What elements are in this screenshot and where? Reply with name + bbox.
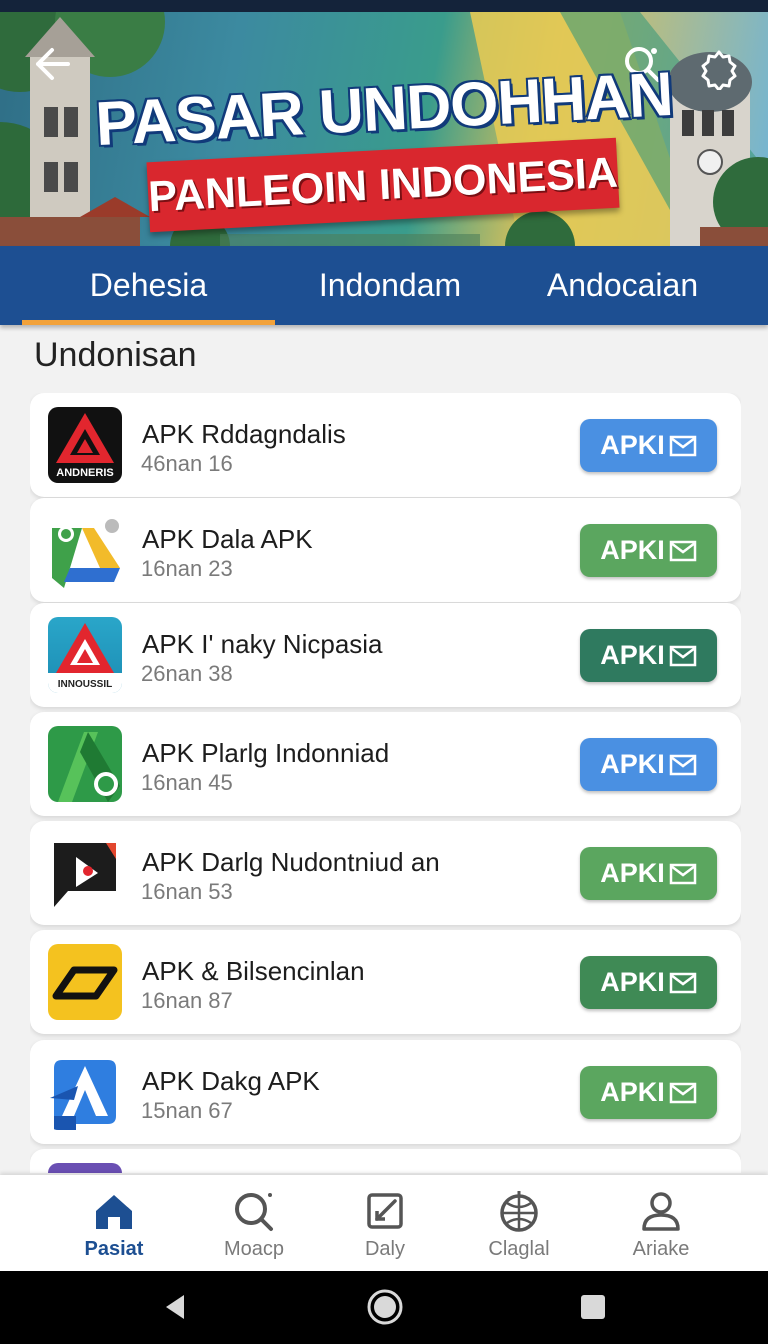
mail-icon bbox=[669, 972, 696, 993]
apk-download-button[interactable]: APKI bbox=[580, 956, 717, 1009]
app-list[interactable]: ANDNERIS APK Rddagndalis 46nan 16 APKI A… bbox=[30, 393, 741, 1173]
system-back-button[interactable] bbox=[154, 1285, 198, 1329]
app-meta: 16nan 45 bbox=[141, 770, 233, 795]
back-arrow-icon bbox=[36, 48, 70, 80]
tab-dehesia[interactable]: Dehesia bbox=[22, 246, 275, 325]
search-icon bbox=[235, 1193, 273, 1231]
system-home-button[interactable] bbox=[363, 1285, 407, 1329]
hero-header: PASAR UNDOHHAN PANLEOIN INDONESIA bbox=[0, 12, 768, 246]
svg-text:INNOUSSIL: INNOUSSIL bbox=[58, 679, 112, 690]
nav-label: Daly bbox=[364, 1238, 405, 1260]
warning-triangle-icon: ANDNERIS bbox=[56, 413, 114, 479]
app-name: APK Plarlg Indonniad bbox=[142, 738, 390, 768]
list-item[interactable]: APK Darlg Nudontniud an 16nan 53 APKI bbox=[30, 821, 741, 925]
chat-bubble-icon bbox=[54, 843, 116, 907]
bottom-navigation: Pasiat Moacp Daly Claglal Ariake bbox=[0, 1175, 768, 1271]
button-label: APKI bbox=[600, 749, 665, 779]
app-name: APK Rddagndalis bbox=[142, 419, 346, 449]
apk-download-button[interactable]: APKI bbox=[580, 847, 717, 900]
app-icon: INNOUSSIL bbox=[48, 617, 122, 693]
apk-download-button[interactable]: APKI bbox=[580, 1066, 717, 1119]
list-item[interactable]: INNOUSSIL APK I' naky Nicpasia 26nan 38 … bbox=[30, 603, 741, 707]
mail-icon bbox=[669, 1082, 696, 1103]
apk-download-button[interactable]: APKI bbox=[580, 629, 717, 682]
nav-label: Moacp bbox=[223, 1238, 285, 1260]
square-recents-icon bbox=[581, 1295, 605, 1319]
nav-label: Ariake bbox=[632, 1238, 690, 1260]
system-recents-button[interactable] bbox=[571, 1285, 615, 1329]
apk-download-button[interactable]: APKI bbox=[580, 738, 717, 791]
list-item[interactable]: ANDNERIS APK Rddagndalis 46nan 16 APKI bbox=[30, 393, 741, 497]
nav-item-search[interactable]: Moacp bbox=[194, 1175, 314, 1271]
ticket-icon bbox=[52, 966, 118, 1000]
home-icon bbox=[96, 1195, 132, 1229]
tab-bar: Dehesia Indondam Andocaian bbox=[0, 246, 768, 325]
mail-icon bbox=[669, 645, 696, 666]
app-name: APK Dala APK bbox=[142, 524, 313, 554]
warning-triangle-icon: INNOUSSIL bbox=[48, 623, 122, 693]
svg-text:ANDNERIS: ANDNERIS bbox=[56, 467, 113, 479]
system-navigation-bar bbox=[0, 1271, 768, 1344]
app-icon bbox=[48, 726, 122, 802]
nav-label: Claglal bbox=[488, 1238, 550, 1260]
back-button[interactable] bbox=[30, 42, 74, 86]
edit-icon bbox=[367, 1193, 403, 1229]
app-name: APK Dakg APK bbox=[142, 1066, 320, 1096]
app-meta: 46nan 16 bbox=[141, 451, 233, 476]
list-item[interactable] bbox=[30, 1149, 741, 1173]
mail-icon bbox=[669, 435, 696, 456]
app-icon bbox=[48, 944, 122, 1020]
nav-item-home[interactable]: Pasiat bbox=[54, 1175, 174, 1271]
button-label: APKI bbox=[600, 1077, 665, 1107]
list-item[interactable]: APK Plarlg Indonniad 16nan 45 APKI bbox=[30, 712, 741, 816]
section-title: Undonisan bbox=[34, 336, 197, 374]
button-label: APKI bbox=[600, 858, 665, 888]
tab-label: Dehesia bbox=[89, 267, 208, 303]
mail-icon bbox=[669, 540, 696, 561]
tab-label: Andocaian bbox=[546, 267, 699, 303]
app-store-icon bbox=[50, 1060, 116, 1130]
list-item[interactable]: APK & Bilsencinlan 16nan 87 APKI bbox=[30, 930, 741, 1034]
app-name: APK Darlg Nudontniud an bbox=[142, 847, 440, 877]
app-name: APK I' naky Nicpasia bbox=[142, 629, 383, 659]
app-icon bbox=[48, 1054, 122, 1130]
app-icon bbox=[48, 835, 122, 911]
nav-item-profile[interactable]: Ariake bbox=[601, 1175, 721, 1271]
tab-andocaian[interactable]: Andocaian bbox=[505, 246, 740, 325]
button-label: APKI bbox=[600, 430, 665, 460]
app-meta: 16nan 23 bbox=[141, 556, 233, 581]
hero-subtitle: PANLEOIN INDONESIA bbox=[147, 148, 619, 221]
triangle-back-icon bbox=[166, 1295, 184, 1319]
nav-item-globe[interactable]: Claglal bbox=[459, 1175, 579, 1271]
app-icon bbox=[48, 1163, 122, 1173]
mail-icon bbox=[669, 754, 696, 775]
apk-download-button[interactable]: APKI bbox=[580, 524, 717, 577]
app-icon: ANDNERIS bbox=[48, 407, 122, 483]
drive-icon bbox=[58, 732, 120, 802]
nav-item-daily[interactable]: Daly bbox=[325, 1175, 445, 1271]
app-name: APK & Bilsencinlan bbox=[142, 956, 365, 986]
tab-indondam[interactable]: Indondam bbox=[275, 246, 505, 325]
app-meta: 26nan 38 bbox=[141, 661, 233, 686]
app-icon bbox=[48, 512, 122, 588]
status-bar bbox=[0, 0, 768, 12]
mail-icon bbox=[669, 863, 696, 884]
drive-icon bbox=[52, 519, 120, 588]
active-tab-indicator bbox=[22, 320, 275, 325]
circle-home-icon bbox=[367, 1289, 403, 1325]
app-meta: 15nan 67 bbox=[141, 1098, 233, 1123]
app-meta: 16nan 53 bbox=[141, 879, 233, 904]
tab-label: Indondam bbox=[318, 267, 462, 303]
button-label: APKI bbox=[600, 967, 665, 997]
nav-label: Pasiat bbox=[84, 1238, 144, 1260]
button-label: APKI bbox=[600, 535, 665, 565]
list-item[interactable]: APK Dala APK 16nan 23 APKI bbox=[30, 498, 741, 602]
globe-icon bbox=[500, 1191, 538, 1232]
list-item[interactable]: APK Dakg APK 15nan 67 APKI bbox=[30, 1040, 741, 1144]
button-label: APKI bbox=[600, 640, 665, 670]
profile-icon bbox=[642, 1192, 680, 1231]
app-meta: 16nan 87 bbox=[141, 988, 233, 1013]
apk-download-button[interactable]: APKI bbox=[580, 419, 717, 472]
